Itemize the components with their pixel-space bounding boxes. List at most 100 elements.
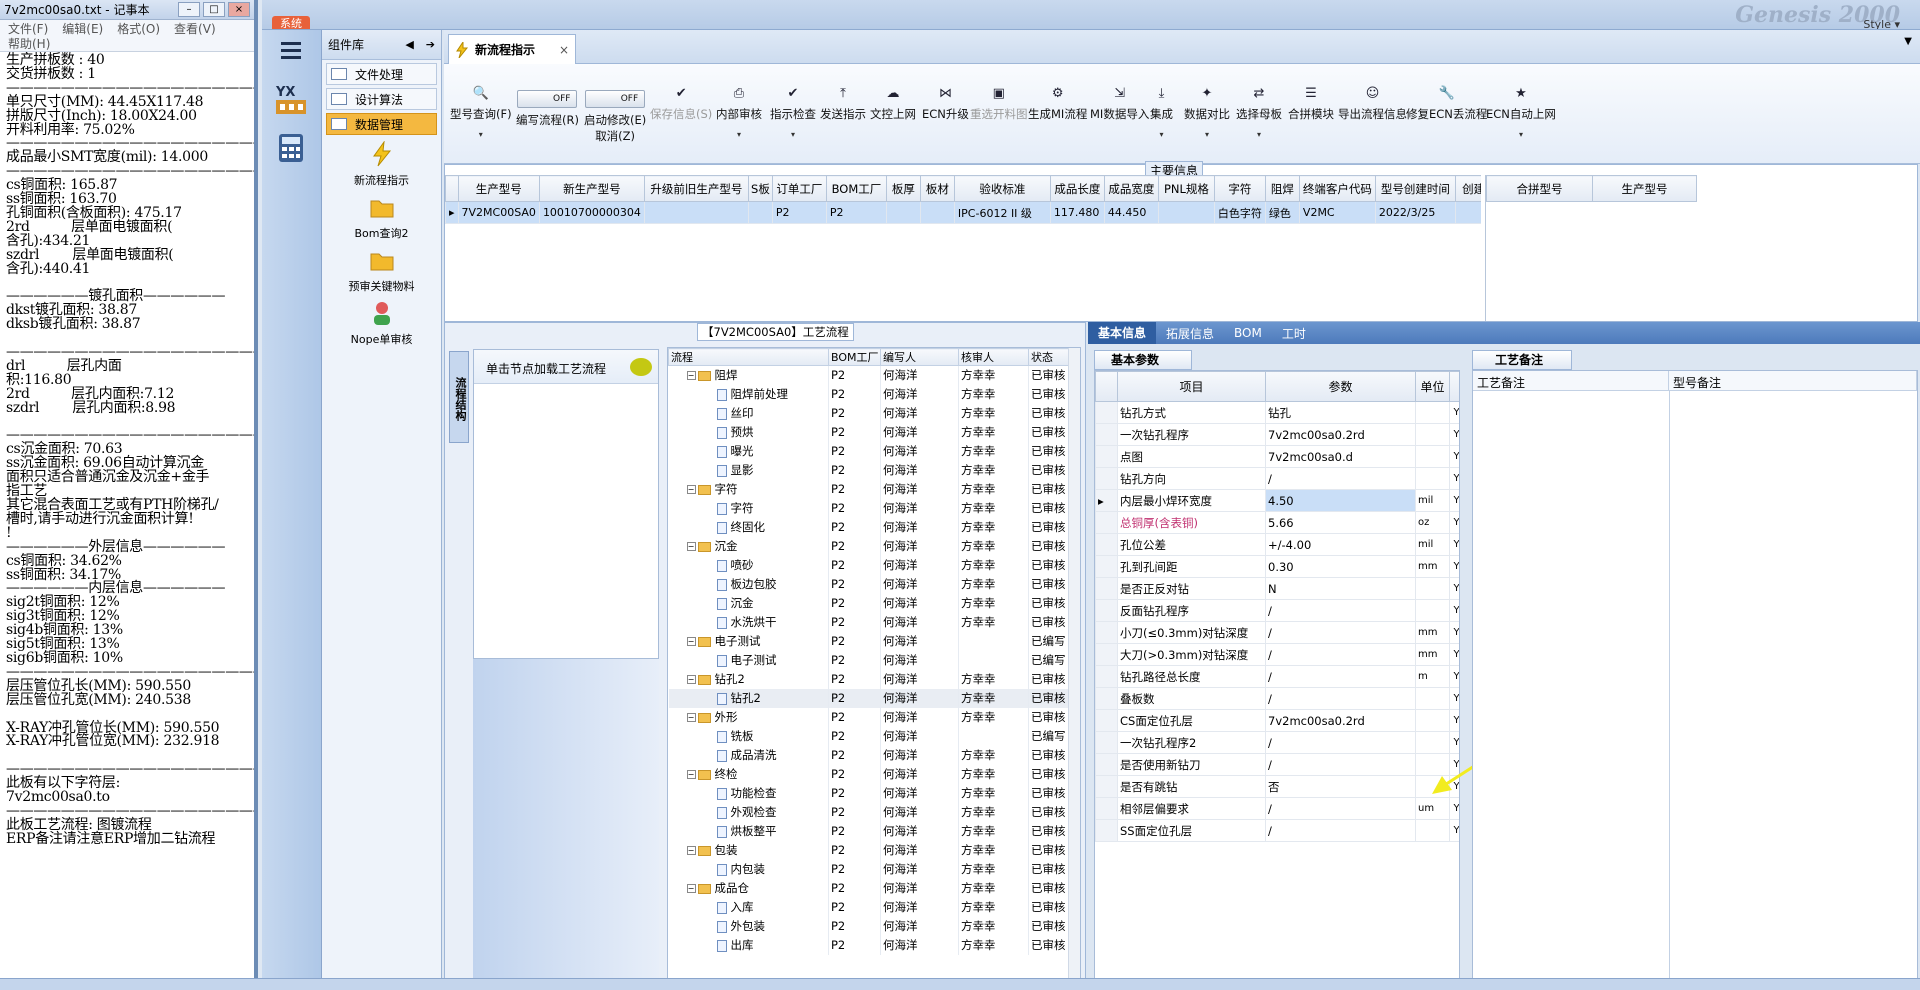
basic-params-tab[interactable]: 基本参数 [1094, 350, 1192, 370]
menu-edit[interactable]: 编辑(E) [62, 22, 103, 36]
main-cell[interactable] [1157, 201, 1215, 224]
tree-row[interactable]: 钻孔2 P2 何海洋 方幸幸 已审核 [668, 688, 1069, 708]
main-cell[interactable] [643, 201, 749, 224]
param-row[interactable]: 是否有跳钻否 Y [1095, 775, 1459, 798]
collapse-icon[interactable]: − [686, 485, 696, 494]
main-cell[interactable]: P2 [825, 201, 887, 224]
menu-help[interactable]: 帮助(H) [8, 37, 50, 51]
param-value[interactable]: / [1265, 467, 1416, 490]
main-col-header[interactable]: 字符 [1213, 175, 1266, 202]
param-value[interactable]: 否 [1265, 775, 1416, 798]
main-cell[interactable] [885, 201, 921, 224]
param-value[interactable]: / [1265, 731, 1416, 754]
main-col-header[interactable]: 板厚 [885, 175, 921, 202]
yx-factory-icon[interactable]: YX [270, 80, 312, 118]
click-hint-header[interactable]: 单击节点加载工艺流程 [474, 350, 658, 384]
notes-col-model[interactable]: 型号备注 [1669, 371, 1917, 390]
tree-row[interactable]: 阻焊前处理 P2 何海洋 方幸幸 已审核 [668, 384, 1069, 404]
param-value[interactable]: 钻孔 [1265, 401, 1416, 424]
pin-icon[interactable]: ➔ [426, 38, 435, 51]
row-selector[interactable] [1095, 819, 1118, 842]
toolbar-button-6[interactable]: ⤒ 发送指示 [820, 86, 866, 122]
param-row[interactable]: 钻孔方式 钻孔 Y [1095, 401, 1459, 424]
minimize-button[interactable]: – [178, 2, 200, 17]
tree-row[interactable]: 外观检查 P2 何海洋 方幸幸 已审核 [668, 802, 1069, 822]
toolbar-button-5[interactable]: ✔ 指示检查 ▾ [770, 86, 816, 139]
param-row[interactable]: ▸ 内层最小焊环宽度 4.50 mil Y [1095, 489, 1459, 512]
param-row[interactable]: 叠板数 / Y [1095, 687, 1459, 710]
param-value[interactable]: / [1265, 665, 1416, 688]
main-cell[interactable]: 7V2MC00SA0 [457, 201, 540, 224]
param-row[interactable]: 一次钻孔程序 7v2mc00sa0.2rd Y [1095, 423, 1459, 446]
row-selector[interactable] [1095, 577, 1118, 600]
notepad-text-area[interactable]: 生产拼板数 : 40 交货拼板数 : 1 ———————————————————… [0, 52, 254, 987]
tree-row[interactable]: − 阻焊 P2 何海洋 方幸幸 已审核 [668, 365, 1069, 385]
row-selector[interactable] [1095, 709, 1118, 732]
dropdown-arrow-icon[interactable]: ▾ [1150, 130, 1173, 139]
tree-row[interactable]: − 字符 P2 何海洋 方幸幸 已审核 [668, 479, 1069, 499]
param-value[interactable]: +/-4.00 [1265, 533, 1416, 556]
row-selector[interactable] [1095, 775, 1118, 798]
tree-row[interactable]: 终固化 P2 何海洋 方幸幸 已审核 [668, 517, 1069, 537]
param-value[interactable]: 7v2mc00sa0.2rd [1265, 709, 1416, 732]
tool-new-flow[interactable]: 新流程指示 [322, 140, 441, 188]
dropdown-arrow-icon[interactable]: ▾ [450, 130, 512, 139]
tree-row[interactable]: 入库 P2 何海洋 方幸幸 已审核 [668, 897, 1069, 917]
toolbar-button-14[interactable]: ⇄ 选择母板 ▾ [1236, 86, 1282, 139]
vertical-scrollbar[interactable] [1068, 348, 1080, 990]
toolbar-button-8[interactable]: ⋈ ECN升级 [922, 86, 969, 122]
main-col-header[interactable]: 板材 [919, 175, 955, 202]
row-selector[interactable] [1095, 797, 1118, 820]
param-row[interactable]: 是否使用新钻刀 / Y [1095, 753, 1459, 776]
process-notes-tab[interactable]: 工艺备注 [1472, 350, 1572, 370]
param-value[interactable]: / [1265, 621, 1416, 644]
library-item-algorithm[interactable]: 设计算法 [326, 88, 437, 110]
row-selector[interactable] [1095, 599, 1118, 622]
tree-col-header[interactable]: 编写人 [880, 348, 959, 366]
menu-icon[interactable] [270, 36, 312, 74]
tree-row[interactable]: 沉金 P2 何海洋 方幸幸 已审核 [668, 593, 1069, 613]
param-row[interactable]: 小刀(≤0.3mm)对钻深度 / mm Y [1095, 621, 1459, 644]
row-selector[interactable] [1095, 731, 1118, 754]
main-col-header[interactable]: 生产型号 [457, 175, 540, 202]
collapse-icon[interactable]: − [686, 770, 696, 779]
flow-structure-tab[interactable]: 流程结构 [449, 351, 469, 443]
merge-col-header[interactable]: 合拼型号 [1486, 175, 1593, 202]
dropdown-arrow-icon[interactable]: ▾ [1236, 130, 1282, 139]
tree-row[interactable]: 内包装 P2 何海洋 方幸幸 已审核 [668, 859, 1069, 879]
param-row[interactable]: 相邻层偏要求 / um Y [1095, 797, 1459, 820]
param-row[interactable]: 钻孔路径总长度 / m Y [1095, 665, 1459, 688]
tab-bom[interactable]: BOM [1224, 326, 1272, 340]
tree-row[interactable]: − 钻孔2 P2 何海洋 方幸幸 已审核 [668, 669, 1069, 689]
row-selector[interactable] [1095, 687, 1118, 710]
param-row[interactable]: CS面定位孔层 7v2mc00sa0.2rd Y [1095, 709, 1459, 732]
param-value[interactable]: 7v2mc00sa0.2rd [1265, 423, 1416, 446]
toolbar-button-13[interactable]: ✦ 数据对比 ▾ [1184, 86, 1230, 139]
collapse-icon[interactable]: − [686, 713, 696, 722]
tree-row[interactable]: − 成品仓 P2 何海洋 方幸幸 已审核 [668, 878, 1069, 898]
tree-row[interactable]: − 终检 P2 何海洋 方幸幸 已审核 [668, 764, 1069, 784]
menu-format[interactable]: 格式(O) [117, 22, 160, 36]
tree-row[interactable]: 曝光 P2 何海洋 方幸幸 已审核 [668, 441, 1069, 461]
collapse-icon[interactable]: − [686, 542, 696, 551]
off-toggle[interactable]: OFF [517, 90, 578, 108]
menu-file[interactable]: 文件(F) [8, 22, 48, 36]
row-selector[interactable] [1095, 643, 1118, 666]
main-cell[interactable]: V2MC [1298, 201, 1376, 224]
main-col-header[interactable]: 升级前旧生产型号 [643, 175, 749, 202]
system-tab[interactable]: 系统 [272, 16, 310, 29]
main-cell[interactable]: 绿色 [1264, 201, 1300, 224]
close-tab-icon[interactable]: × [559, 43, 569, 57]
tab-extended-info[interactable]: 拓展信息 [1156, 325, 1224, 342]
toolbar-button-12[interactable]: ⤓ 集成 ▾ [1150, 86, 1173, 139]
toolbar-button-1[interactable]: OFF 编写流程(R) [516, 90, 579, 128]
collapse-icon[interactable]: − [686, 371, 696, 381]
dropdown-arrow-icon[interactable]: ▾ [1184, 130, 1230, 139]
library-item-file[interactable]: 文件处理 [326, 63, 437, 85]
tree-row[interactable]: 烘板整平 P2 何海洋 方幸幸 已审核 [668, 821, 1069, 841]
toolbar-button-15[interactable]: ☰ 合拼模块 [1288, 86, 1334, 122]
tree-col-header[interactable]: BOM工厂 [828, 348, 881, 366]
row-selector[interactable] [1095, 423, 1118, 446]
main-cell[interactable]: 10010700000304 [538, 201, 645, 224]
tree-row[interactable]: 板边包胶 P2 何海洋 方幸幸 已审核 [668, 574, 1069, 594]
